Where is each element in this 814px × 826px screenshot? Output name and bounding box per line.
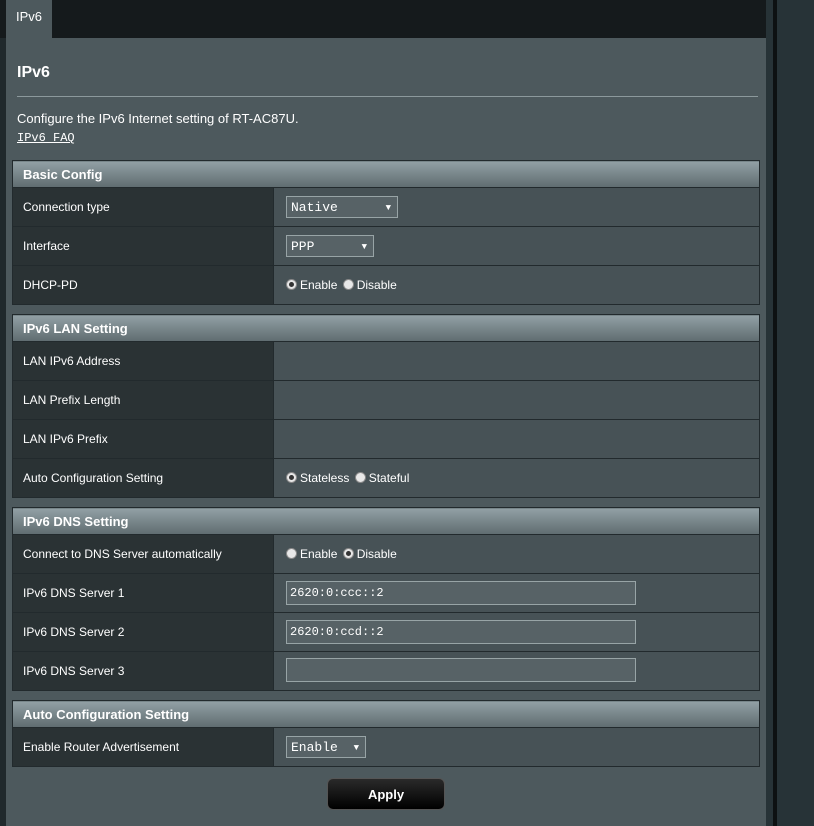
auto-config-header: Auto Configuration Setting	[12, 700, 760, 728]
stateful-label: Stateful	[368, 471, 410, 485]
apply-button[interactable]: Apply	[327, 778, 445, 810]
dropdown-arrow-icon: ▼	[361, 242, 367, 252]
table-row: LAN IPv6 Prefix	[12, 419, 760, 459]
router-adv-label: Enable Router Advertisement	[12, 727, 274, 767]
interface-select[interactable]: PPP ▼	[286, 235, 374, 257]
dhcp-pd-disable-radio[interactable]	[342, 279, 354, 290]
connection-type-value: Native	[291, 200, 338, 215]
dropdown-arrow-icon: ▼	[385, 203, 391, 213]
lan-prefix-length-label: LAN Prefix Length	[12, 380, 274, 420]
stateless-label: Stateless	[300, 471, 350, 485]
dns2-input[interactable]: 2620:0:ccd::2	[286, 620, 636, 644]
basic-config-table: Basic Config Connection type Native ▼ In…	[12, 160, 760, 305]
table-row: LAN IPv6 Address	[12, 341, 760, 381]
dns-setting-header: IPv6 DNS Setting	[12, 507, 760, 535]
top-bar	[0, 0, 814, 38]
connection-type-label: Connection type	[12, 187, 274, 227]
dhcp-pd-enable-radio[interactable]	[286, 279, 297, 290]
lan-setting-header: IPv6 LAN Setting	[12, 314, 760, 342]
table-row: DHCP-PD Enable Disable	[12, 265, 760, 305]
table-row: IPv6 DNS Server 2 2620:0:ccd::2	[12, 612, 760, 652]
title-divider	[17, 96, 758, 97]
dns3-label: IPv6 DNS Server 3	[12, 651, 274, 691]
lan-setting-table: IPv6 LAN Setting LAN IPv6 Address LAN Pr…	[12, 314, 760, 498]
lan-ipv6-address-value	[273, 341, 760, 381]
table-row: Enable Router Advertisement Enable ▼	[12, 727, 760, 767]
table-row: Auto Configuration Setting Stateless Sta…	[12, 458, 760, 498]
table-row: Connection type Native ▼	[12, 187, 760, 227]
table-row: Interface PPP ▼	[12, 226, 760, 266]
dns2-label: IPv6 DNS Server 2	[12, 612, 274, 652]
router-adv-select[interactable]: Enable ▼	[286, 736, 366, 758]
lan-prefix-length-value	[273, 380, 760, 420]
lan-ipv6-prefix-label: LAN IPv6 Prefix	[12, 419, 274, 459]
page-description: Configure the IPv6 Internet setting of R…	[17, 111, 299, 126]
settings-panel: IPv6 Configure the IPv6 Internet setting…	[6, 38, 766, 826]
auto-dns-disable-label: Disable	[356, 547, 397, 561]
auto-dns-enable-radio[interactable]	[286, 548, 297, 559]
auto-dns-disable-radio[interactable]	[342, 548, 354, 559]
table-row: IPv6 DNS Server 3	[12, 651, 760, 691]
dns3-input[interactable]	[286, 657, 636, 682]
page-title: IPv6	[17, 64, 50, 81]
dhcp-pd-disable-label: Disable	[356, 278, 397, 292]
interface-value: PPP	[291, 239, 315, 254]
dhcp-pd-label: DHCP-PD	[12, 265, 274, 305]
auto-config-label: Auto Configuration Setting	[12, 458, 274, 498]
connection-type-select[interactable]: Native ▼	[286, 196, 398, 218]
basic-config-header: Basic Config	[12, 160, 760, 188]
dropdown-arrow-icon: ▼	[353, 743, 359, 753]
auto-dns-label: Connect to DNS Server automatically	[12, 534, 274, 574]
dhcp-pd-enable-label: Enable	[300, 278, 338, 292]
lan-ipv6-address-label: LAN IPv6 Address	[12, 341, 274, 381]
stateless-radio[interactable]	[286, 472, 297, 483]
table-row: LAN Prefix Length	[12, 380, 760, 420]
stateful-radio[interactable]	[354, 472, 366, 483]
dns-setting-table: IPv6 DNS Setting Connect to DNS Server a…	[12, 507, 760, 691]
lan-ipv6-prefix-value	[273, 419, 760, 459]
right-edge-divider	[773, 0, 777, 826]
interface-label: Interface	[12, 226, 274, 266]
dns1-label: IPv6 DNS Server 1	[12, 573, 274, 613]
dns1-input[interactable]: 2620:0:ccc::2	[286, 581, 636, 605]
router-adv-value: Enable	[291, 740, 338, 755]
auto-config-table: Auto Configuration Setting Enable Router…	[12, 700, 760, 767]
tab-ipv6[interactable]: IPv6	[6, 0, 52, 38]
ipv6-faq-link[interactable]: IPv6 FAQ	[17, 131, 75, 145]
auto-dns-enable-label: Enable	[300, 547, 338, 561]
table-row: IPv6 DNS Server 1 2620:0:ccc::2	[12, 573, 760, 613]
table-row: Connect to DNS Server automatically Enab…	[12, 534, 760, 574]
